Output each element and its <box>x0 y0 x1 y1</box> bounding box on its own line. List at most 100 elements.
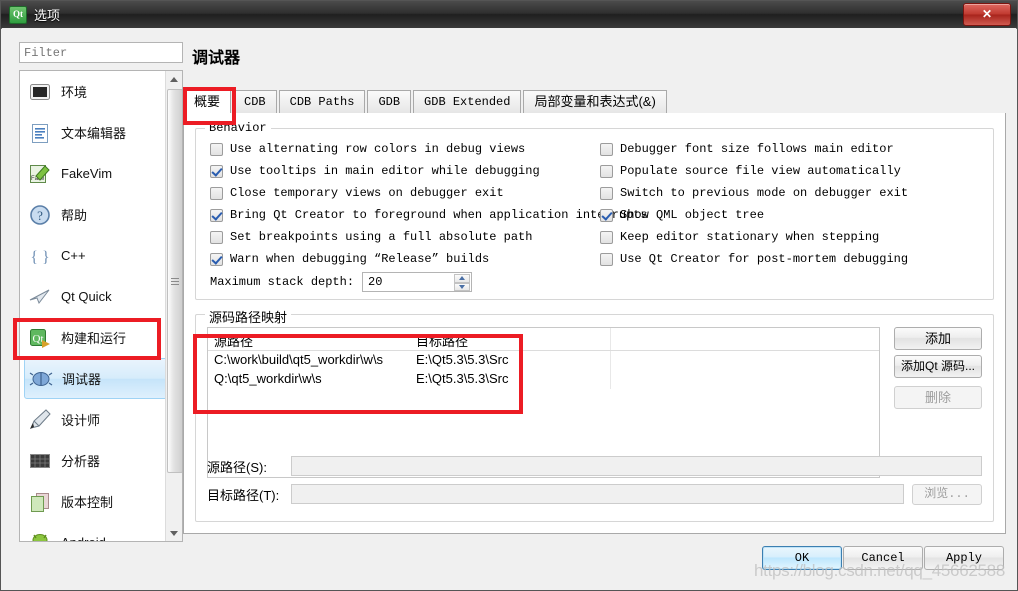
qtquick-icon <box>28 285 52 309</box>
checkbox-unchecked-icon[interactable] <box>600 186 613 200</box>
sidebar-item-label: 环境 <box>61 85 88 100</box>
checkbox-row-behavior-left-6[interactable]: Warn when debugging “Release” builds <box>210 252 489 266</box>
tab-3[interactable]: CDB Paths <box>278 90 366 113</box>
checkbox-label: Use tooltips in main editor while debugg… <box>230 164 540 178</box>
sidebar-item-11[interactable]: 版本控制 <box>20 481 182 522</box>
checkbox-label: Bring Qt Creator to foreground when appl… <box>230 208 648 222</box>
sidebar-item-3[interactable]: Fake FakeVim <box>20 153 182 194</box>
checkbox-row-behavior-right-3[interactable]: Switch to previous mode on debugger exit <box>600 186 908 200</box>
tab-2[interactable]: CDB <box>233 90 277 113</box>
max-stack-depth-row: Maximum stack depth: 20 <box>210 272 473 292</box>
checkbox-unchecked-icon[interactable] <box>210 142 223 156</box>
fakevim-icon: Fake <box>28 162 52 186</box>
cell-target: E:\Qt5.3\5.3\Src <box>416 352 509 367</box>
checkbox-row-behavior-left-5[interactable]: Set breakpoints using a full absolute pa… <box>210 230 532 244</box>
sidebar-item-label: 文本编辑器 <box>61 126 127 141</box>
cell-filler <box>610 370 879 389</box>
checkbox-row-behavior-left-4[interactable]: Bring Qt Creator to foreground when appl… <box>210 208 648 222</box>
sidebar-item-label: 设计师 <box>61 413 101 428</box>
qt-logo-icon <box>9 5 27 24</box>
checkbox-label: Keep editor stationary when stepping <box>620 230 880 244</box>
checkbox-row-behavior-right-2[interactable]: Populate source file view automatically <box>600 164 901 178</box>
sidebar-item-5[interactable]: { } C++ <box>20 235 182 276</box>
sidebar-item-label: FakeVim <box>61 166 113 181</box>
tab-1[interactable]: 概要 <box>183 90 232 114</box>
category-list[interactable]: 环境文本编辑器 Fake FakeVim ? 帮助 { } C++ Qt Quick Qt 构建和… <box>19 70 183 542</box>
cell-filler <box>610 351 879 370</box>
cell-target: E:\Qt5.3\5.3\Src <box>416 371 509 386</box>
add-button[interactable]: 添加 <box>894 327 982 350</box>
sidebar-item-label: 版本控制 <box>61 495 114 510</box>
sidebar-item-9[interactable]: 设计师 <box>20 399 182 440</box>
checkbox-row-behavior-left-3[interactable]: Close temporary views on debugger exit <box>210 186 504 200</box>
checkbox-row-behavior-right-1[interactable]: Debugger font size follows main editor <box>600 142 894 156</box>
checkbox-checked-icon[interactable] <box>210 208 223 222</box>
sidebar-item-1[interactable]: 环境 <box>20 71 182 112</box>
checkbox-row-behavior-right-6[interactable]: Use Qt Creator for post-mortem debugging <box>600 252 908 266</box>
debugger-bug-icon <box>29 367 53 391</box>
checkbox-checked-icon[interactable] <box>600 208 613 222</box>
close-icon[interactable]: ✕ <box>963 3 1011 26</box>
checkbox-row-behavior-left-2[interactable]: Use tooltips in main editor while debugg… <box>210 164 540 178</box>
table-row[interactable]: C:\work\build\qt5_workdir\w\s E:\Qt5.3\5.… <box>208 351 879 370</box>
checkbox-row-behavior-left-1[interactable]: Use alternating row colors in debug view… <box>210 142 525 156</box>
add-qt-sources-button[interactable]: 添加Qt 源码... <box>894 355 982 378</box>
cpp-icon: { } <box>28 244 52 268</box>
checkbox-unchecked-icon[interactable] <box>600 142 613 156</box>
tab-5[interactable]: GDB Extended <box>413 90 522 113</box>
sidebar-item-2[interactable]: 文本编辑器 <box>20 112 182 153</box>
source-path-row: 源路径(S): <box>207 455 982 477</box>
target-path-input[interactable] <box>291 484 904 504</box>
stepper-up-icon[interactable] <box>454 274 471 283</box>
target-path-row: 目标路径(T): 浏览... <box>207 483 982 505</box>
checkbox-label: Close temporary views on debugger exit <box>230 186 504 200</box>
cell-source: Q:\qt5_workdir\w\s <box>214 371 322 386</box>
sidebar-item-label: C++ <box>61 248 86 263</box>
checkbox-row-behavior-right-4[interactable]: Show QML object tree <box>600 208 764 222</box>
tab-6[interactable]: 局部变量和表达式(&) <box>523 90 667 113</box>
checkbox-checked-icon[interactable] <box>210 252 223 266</box>
max-stack-depth-value: 20 <box>368 275 383 289</box>
sidebar-item-7[interactable]: Qt 构建和运行 <box>20 317 182 358</box>
checkbox-unchecked-icon[interactable] <box>600 230 613 244</box>
sidebar-item-label: Qt Quick <box>61 289 112 304</box>
checkbox-label: Set breakpoints using a full absolute pa… <box>230 230 533 244</box>
source-path-input[interactable] <box>291 456 982 476</box>
dialog-body: 环境文本编辑器 Fake FakeVim ? 帮助 { } C++ Qt Quick Qt 构建和… <box>2 28 1016 589</box>
sidebar-item-4[interactable]: ? 帮助 <box>20 194 182 235</box>
checkbox-label: Use alternating row colors in debug view… <box>230 142 526 156</box>
sidebar-item-6[interactable]: Qt Quick <box>20 276 182 317</box>
cell-source: C:\work\build\qt5_workdir\w\s <box>214 352 384 367</box>
column-header-source[interactable]: 源路径 <box>208 328 410 350</box>
tab-4[interactable]: GDB <box>367 90 412 113</box>
checkbox-unchecked-icon[interactable] <box>600 252 613 266</box>
dialog-footer: OK Cancel Apply https://blog.csdn.net/qq… <box>2 537 1016 589</box>
source-path-label: 源路径(S): <box>207 459 267 475</box>
source-path-mapping-group: 源码路径映射 源路径 目标路径 C:\work\build\qt5_workdi… <box>195 307 994 522</box>
sidebar-item-10[interactable]: 分析器 <box>20 440 182 481</box>
checkbox-unchecked-icon[interactable] <box>210 230 223 244</box>
options-dialog-window: 选项 ✕ 环境文本编辑器 Fake FakeVim? 帮助 { } C++ Qt Quick… <box>0 0 1018 591</box>
help-icon: ? <box>28 203 52 227</box>
checkbox-unchecked-icon[interactable] <box>210 186 223 200</box>
stepper-down-icon[interactable] <box>454 282 471 291</box>
svg-text:?: ? <box>37 208 43 223</box>
filter-input[interactable] <box>19 42 183 63</box>
scroll-up-icon[interactable] <box>166 71 182 87</box>
column-header-target[interactable]: 目标路径 <box>410 328 610 350</box>
checkbox-row-behavior-right-5[interactable]: Keep editor stationary when stepping <box>600 230 879 244</box>
sidebar-item-label: 调试器 <box>62 372 102 387</box>
checkbox-checked-icon[interactable] <box>210 164 223 178</box>
browse-button: 浏览... <box>912 483 982 505</box>
stepper-buttons[interactable] <box>454 274 471 291</box>
scrollbar-thumb[interactable] <box>167 89 182 473</box>
checkbox-unchecked-icon[interactable] <box>600 164 613 178</box>
table-header-row: 源路径 目标路径 <box>208 328 879 351</box>
table-row[interactable]: Q:\qt5_workdir\w\s E:\Qt5.3\5.3\Src <box>208 370 879 389</box>
checkbox-label: Show QML object tree <box>620 208 765 222</box>
max-stack-depth-stepper[interactable]: 20 <box>362 272 473 292</box>
sidebar-item-8[interactable]: 调试器 <box>24 358 178 399</box>
category-list-scrollbar[interactable] <box>165 71 182 541</box>
build-run-icon: Qt <box>28 326 52 350</box>
column-header-filler <box>610 328 879 350</box>
